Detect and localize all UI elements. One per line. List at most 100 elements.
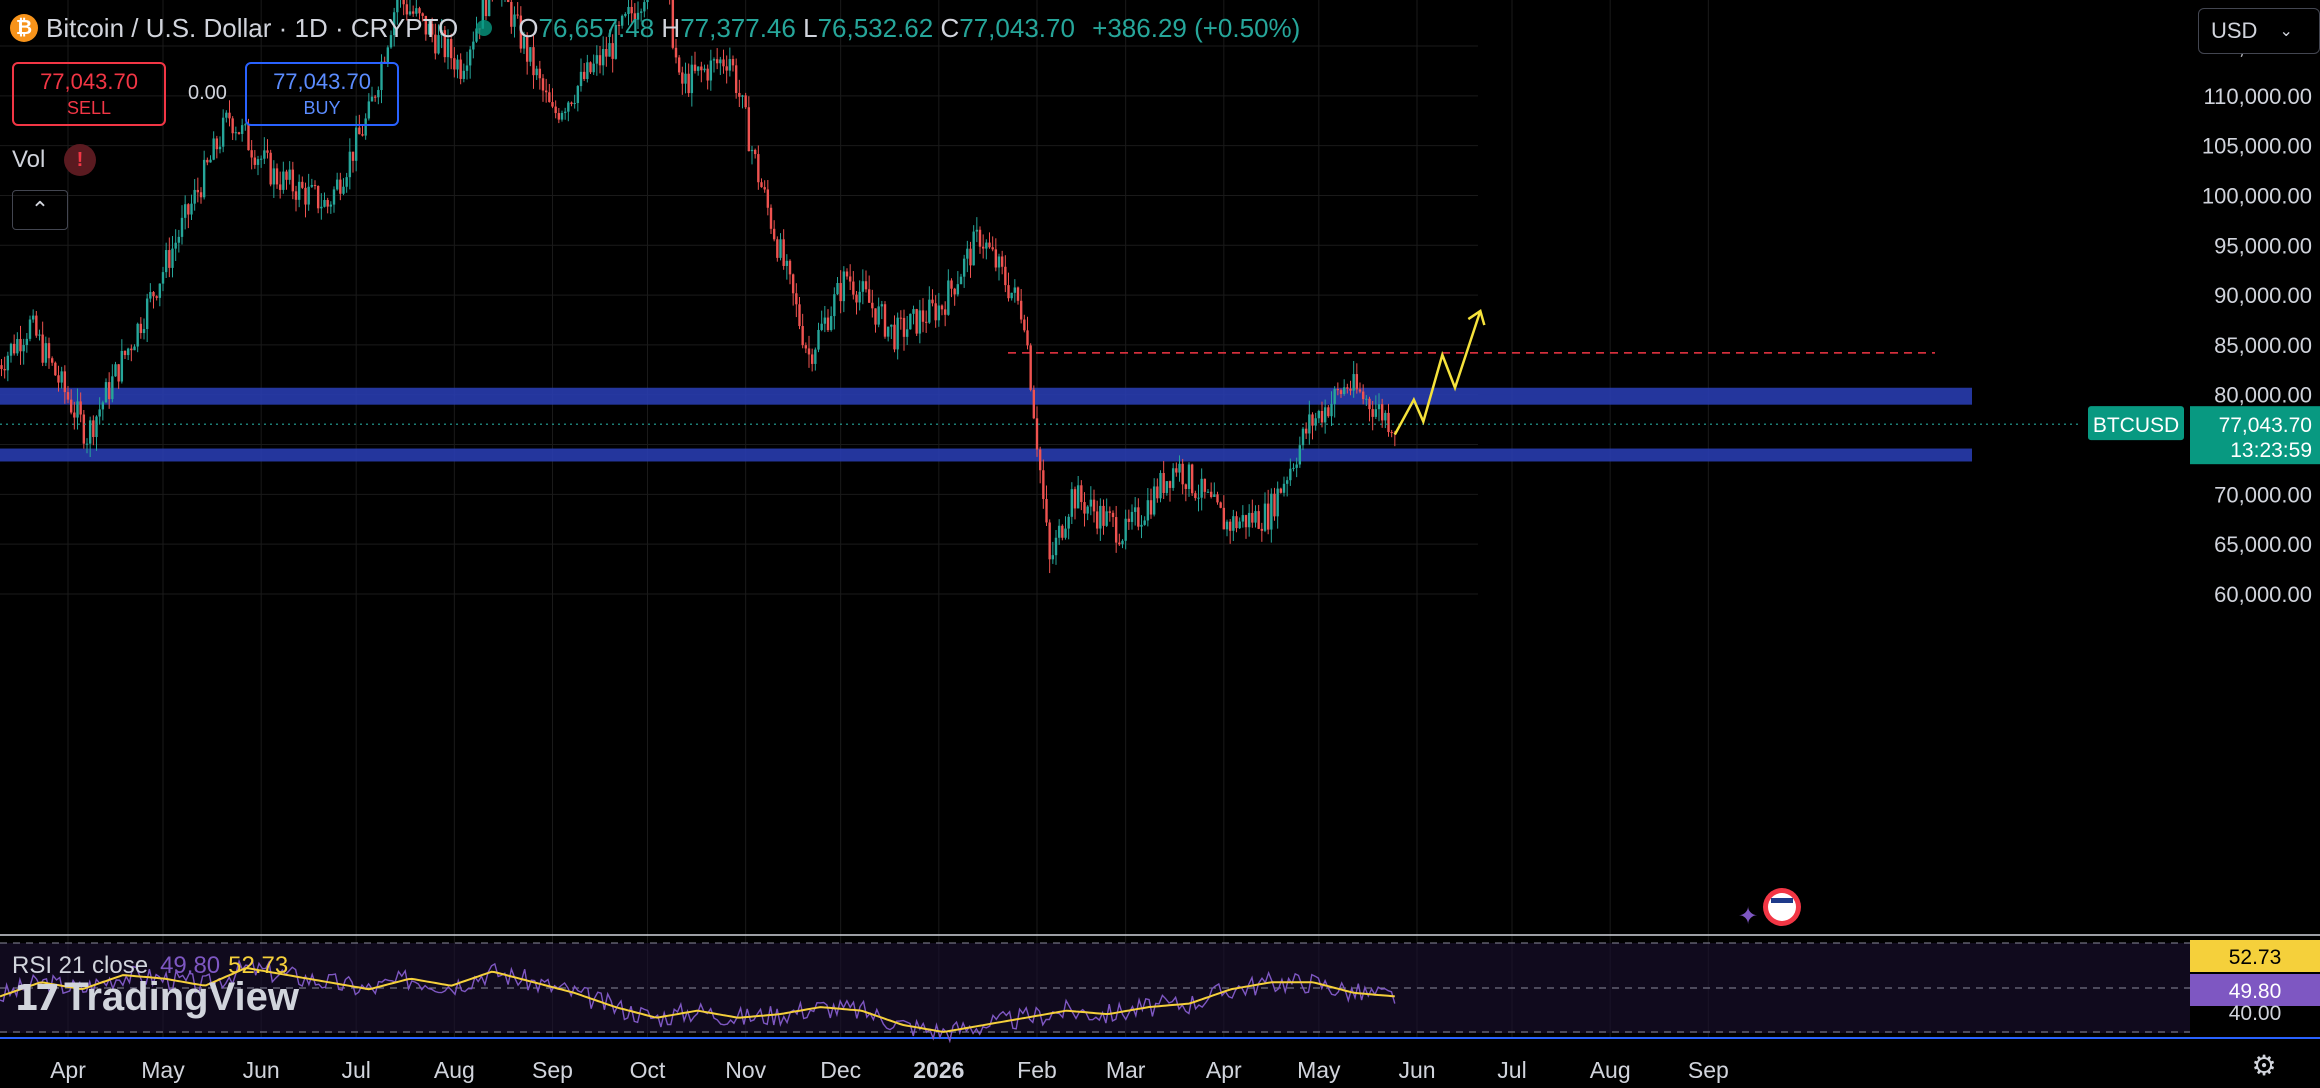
- candle-body: [1016, 287, 1020, 301]
- candle: [950, 278, 953, 298]
- candle-body: [98, 409, 101, 417]
- candle: [60, 366, 63, 389]
- candle-body: [342, 186, 345, 194]
- candle-body: [218, 146, 222, 150]
- candle-body: [82, 414, 86, 444]
- candle: [962, 254, 966, 288]
- candle: [1206, 489, 1210, 493]
- candle-body: [234, 132, 238, 134]
- candle: [1298, 436, 1302, 468]
- candle: [1187, 462, 1191, 497]
- candle: [1390, 429, 1393, 438]
- candle-body: [1342, 387, 1346, 395]
- candle-body: [589, 62, 592, 73]
- candle: [734, 58, 738, 99]
- candle-body: [586, 62, 589, 79]
- candle-body: [817, 329, 820, 350]
- candle: [171, 235, 174, 278]
- candle-body: [1292, 467, 1295, 469]
- currency-select[interactable]: USD ⌄: [2198, 8, 2320, 54]
- candle-body: [139, 323, 143, 334]
- candle: [329, 201, 333, 214]
- candle-body: [202, 159, 206, 198]
- candle: [1320, 401, 1324, 428]
- candle-body: [1140, 524, 1143, 527]
- candle: [779, 233, 782, 261]
- candle-body: [1216, 494, 1219, 503]
- candle-body: [877, 306, 880, 325]
- last-price-value: 77,043.70: [2219, 414, 2312, 437]
- candle: [810, 348, 814, 372]
- candle: [1051, 541, 1055, 564]
- symbol-title[interactable]: Bitcoin / U.S. Dollar · 1D · CRYPTO: [46, 13, 458, 44]
- candle: [677, 55, 681, 76]
- time-tick-label: Jun: [1398, 1057, 1435, 1083]
- candle: [259, 155, 263, 168]
- candle: [538, 60, 542, 90]
- candle: [1314, 412, 1317, 431]
- tradingview-logo[interactable]: 𝟭𝟳 TradingView: [14, 975, 299, 1020]
- candle: [1168, 480, 1172, 502]
- candle: [1333, 386, 1336, 418]
- candle-body: [345, 177, 348, 187]
- candle-body: [1247, 512, 1251, 528]
- candle-body: [975, 229, 979, 232]
- low-label: L: [803, 12, 818, 43]
- candle: [725, 55, 728, 84]
- candle-body: [801, 326, 804, 346]
- candle-body: [1184, 484, 1188, 489]
- warning-icon[interactable]: !: [64, 144, 96, 176]
- candle: [1029, 343, 1032, 392]
- candle-body: [576, 86, 580, 103]
- candle-body: [73, 412, 76, 418]
- candle-body: [1390, 432, 1393, 434]
- candle-body: [1361, 391, 1365, 400]
- settings-gear-icon[interactable]: ⚙: [2250, 1052, 2278, 1080]
- candle: [681, 66, 684, 95]
- collapse-legend-button[interactable]: ⌃: [12, 190, 68, 230]
- candle-body: [168, 250, 171, 268]
- candle: [462, 63, 466, 83]
- candle: [886, 326, 890, 342]
- candle-body: [715, 59, 719, 64]
- candle: [1089, 486, 1093, 516]
- buy-button[interactable]: 77,043.70 BUY: [245, 62, 399, 126]
- candle: [696, 66, 700, 76]
- sell-button[interactable]: 77,043.70 SELL: [12, 62, 166, 126]
- candle: [221, 109, 225, 153]
- candle: [272, 160, 276, 198]
- candle: [715, 48, 719, 70]
- candle-body: [278, 184, 282, 190]
- candle-body: [1178, 463, 1181, 473]
- candle: [687, 63, 690, 97]
- candle: [785, 254, 789, 280]
- open-label: O: [518, 12, 539, 43]
- candle: [598, 45, 602, 74]
- candle-body: [465, 65, 469, 71]
- chevron-down-icon: ⌄: [2279, 23, 2293, 40]
- candle-body: [722, 59, 725, 67]
- candle-body: [1143, 520, 1146, 525]
- projection-path: [1393, 310, 1482, 436]
- candle: [104, 378, 108, 403]
- candle-body: [1323, 407, 1327, 423]
- candle-body: [893, 324, 896, 350]
- candle-body: [1282, 483, 1286, 493]
- candle-body: [1099, 505, 1102, 529]
- candle-body: [1146, 500, 1150, 521]
- candle-body: [1266, 503, 1270, 530]
- sparkle-icon: ✦: [1738, 902, 1758, 930]
- candle: [1013, 279, 1017, 303]
- candle: [1184, 483, 1188, 502]
- volume-indicator-label[interactable]: Vol: [12, 146, 45, 174]
- price-chart[interactable]: ✦ 60,000.00 65,000.00 70,000.00 80,000.00 85…: [0, 0, 2320, 1088]
- candle-body: [858, 291, 861, 303]
- candle-body: [1244, 515, 1248, 528]
- candle-body: [44, 343, 48, 363]
- candle: [339, 172, 342, 201]
- candle-body: [396, 0, 399, 13]
- candle-body: [1035, 418, 1039, 450]
- candle-body: [541, 78, 545, 91]
- candle-body: [836, 283, 839, 295]
- candle: [896, 312, 899, 360]
